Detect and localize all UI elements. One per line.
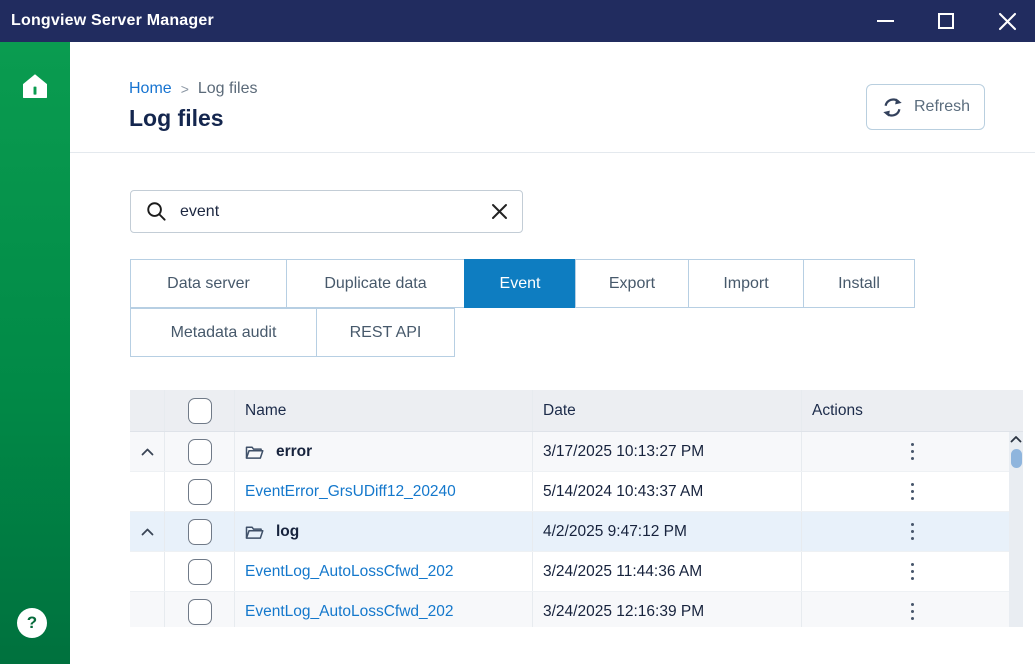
log-file-link[interactable]: EventError_GrsUDiff12_20240 <box>245 483 456 501</box>
minimize-button[interactable] <box>873 9 897 33</box>
folder-name: error <box>276 443 312 461</box>
table-row: EventError_GrsUDiff12_20240 5/14/2024 10… <box>130 472 1023 512</box>
row-date: 3/24/2025 12:16:39 PM <box>533 592 802 627</box>
close-icon <box>491 203 508 220</box>
folder-icon <box>245 444 264 460</box>
refresh-icon <box>881 96 904 119</box>
content-area: Home > Log files Log files Refresh <box>70 42 1035 664</box>
row-date: 3/24/2025 11:44:36 AM <box>533 552 802 591</box>
window-controls <box>873 9 1035 33</box>
log-file-link[interactable]: EventLog_AutoLossCfwd_202 <box>245 563 454 581</box>
breadcrumb-separator: > <box>181 81 189 97</box>
row-checkbox[interactable] <box>188 479 212 505</box>
row-date: 5/14/2024 10:43:37 AM <box>533 472 802 511</box>
kebab-menu-icon[interactable] <box>907 439 919 465</box>
close-icon <box>998 12 1017 31</box>
table-header-row: Name Date Actions <box>130 390 1023 432</box>
log-files-table: Name Date Actions <box>130 390 1023 627</box>
search-icon <box>145 200 168 223</box>
name-column-header: Name <box>235 390 533 431</box>
row-checkbox[interactable] <box>188 559 212 585</box>
select-all-checkbox[interactable] <box>188 398 212 424</box>
breadcrumb-current: Log files <box>198 80 258 98</box>
minimize-icon <box>877 20 894 22</box>
date-column-header: Date <box>533 390 802 431</box>
close-button[interactable] <box>995 9 1019 33</box>
window-title: Longview Server Manager <box>0 12 214 30</box>
row-date: 4/2/2025 9:47:12 PM <box>533 512 802 551</box>
refresh-label: Refresh <box>914 98 970 116</box>
select-all-cell <box>165 390 235 431</box>
maximize-button[interactable] <box>934 9 958 33</box>
folder-icon <box>245 524 264 540</box>
tab-import[interactable]: Import <box>688 259 804 308</box>
sidebar: ? <box>0 42 70 664</box>
question-mark-icon: ? <box>27 613 37 633</box>
tab-duplicate-data[interactable]: Duplicate data <box>286 259 465 308</box>
table-row: EventLog_AutoLossCfwd_202 3/24/2025 12:1… <box>130 592 1023 627</box>
kebab-menu-icon[interactable] <box>907 519 919 545</box>
collapse-row-button[interactable] <box>141 448 154 456</box>
kebab-menu-icon[interactable] <box>907 559 919 585</box>
filter-tabs: Data server Duplicate data Event Export … <box>130 259 922 357</box>
refresh-button[interactable]: Refresh <box>866 84 985 130</box>
chevron-up-icon <box>141 448 154 456</box>
search-box <box>130 190 523 233</box>
log-file-link[interactable]: EventLog_AutoLossCfwd_202 <box>245 603 454 621</box>
search-input[interactable] <box>180 203 479 221</box>
actions-column-header: Actions <box>802 390 1023 431</box>
scrollbar-thumb[interactable] <box>1011 449 1022 468</box>
home-icon <box>19 70 51 102</box>
table-row: EventLog_AutoLossCfwd_202 3/24/2025 11:4… <box>130 552 1023 592</box>
tab-event[interactable]: Event <box>464 259 576 308</box>
tab-export[interactable]: Export <box>575 259 689 308</box>
maximize-icon <box>938 13 954 29</box>
help-button[interactable]: ? <box>17 608 47 638</box>
titlebar: Longview Server Manager <box>0 0 1035 42</box>
table-row: error 3/17/2025 10:13:27 PM <box>130 432 1023 472</box>
breadcrumb-home-link[interactable]: Home <box>129 80 172 98</box>
table-scrollbar[interactable] <box>1009 432 1023 627</box>
tab-metadata-audit[interactable]: Metadata audit <box>130 308 317 357</box>
row-date: 3/17/2025 10:13:27 PM <box>533 432 802 471</box>
table-row: log 4/2/2025 9:47:12 PM <box>130 512 1023 552</box>
tab-data-server[interactable]: Data server <box>130 259 287 308</box>
kebab-menu-icon[interactable] <box>907 479 919 505</box>
collapse-row-button[interactable] <box>141 528 154 536</box>
row-checkbox[interactable] <box>188 519 212 545</box>
search-clear-button[interactable] <box>491 203 508 220</box>
app-window: Longview Server Manager ? <box>0 0 1035 664</box>
row-checkbox[interactable] <box>188 599 212 625</box>
sidebar-item-home[interactable] <box>0 70 70 102</box>
folder-name: log <box>276 523 299 541</box>
row-checkbox[interactable] <box>188 439 212 465</box>
chevron-up-icon <box>141 528 154 536</box>
expand-column-header <box>130 390 165 431</box>
chevron-up-icon <box>1010 435 1022 443</box>
tab-install[interactable]: Install <box>803 259 915 308</box>
kebab-menu-icon[interactable] <box>907 599 919 625</box>
scroll-up-button[interactable] <box>1010 435 1022 443</box>
tab-rest-api[interactable]: REST API <box>316 308 455 357</box>
